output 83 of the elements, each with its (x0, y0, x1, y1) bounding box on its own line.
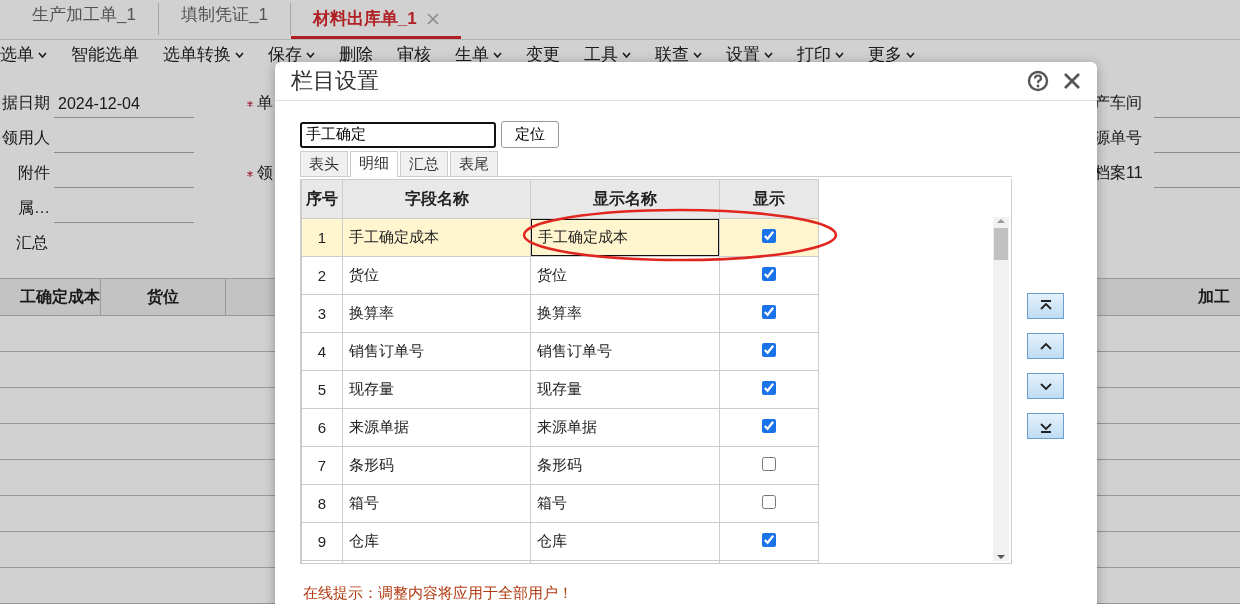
dialog-title: 栏目设置 (291, 67, 380, 95)
toolbar-menu[interactable]: 保存 (256, 43, 327, 66)
close-icon[interactable] (1063, 72, 1081, 90)
field-label: 单 (256, 93, 273, 113)
column-header: 显示名称 (530, 179, 720, 219)
field-label: 领 (256, 163, 273, 183)
field-label: 附件 (17, 163, 50, 183)
move-down-button[interactable] (1027, 373, 1064, 399)
toolbar-menu[interactable]: 联查 (643, 43, 714, 66)
document-tab[interactable]: 生产加工单_1 (10, 3, 159, 35)
table-cell: 3 (301, 294, 343, 333)
hint-text: 在线提示：调整内容将应用于全部用户！ (303, 584, 574, 603)
column-header: 显示 (719, 179, 819, 219)
table-cell: 箱号 (530, 484, 720, 523)
table-cell: 4 (301, 332, 343, 371)
scroll-thumb[interactable] (994, 228, 1008, 260)
checkbox[interactable] (761, 343, 776, 357)
table-cell: 箱号 (342, 484, 531, 523)
document-tab[interactable]: 填制凭证_1 (158, 3, 291, 35)
table-cell: 手工确定成本 (342, 218, 531, 257)
checkbox[interactable] (761, 229, 776, 243)
tab[interactable]: 汇总 (400, 151, 448, 176)
tab[interactable]: 明细 (350, 151, 398, 177)
document-tab[interactable]: 材料出库单_1 (290, 7, 461, 39)
tab[interactable]: 表尾 (450, 151, 498, 176)
move-bottom-button[interactable] (1027, 413, 1064, 439)
toolbar-menu[interactable]: 选单 (0, 43, 59, 66)
move-up-button[interactable] (1027, 333, 1064, 359)
table-cell: 来源单据 (530, 408, 720, 447)
table-cell: 7 (301, 446, 343, 485)
scrollbar[interactable] (993, 217, 1009, 561)
table-cell: 2 (301, 256, 343, 295)
table-cell: 1 (301, 218, 343, 257)
table-cell: 销售订单号 (530, 332, 720, 371)
toolbar-menu[interactable]: 审核 (385, 43, 443, 66)
move-top-button[interactable] (1027, 293, 1064, 319)
table-cell: 6 (301, 408, 343, 447)
checkbox[interactable] (761, 419, 776, 433)
checkbox[interactable] (761, 533, 776, 547)
table-cell: 仓库 (342, 522, 531, 561)
table-cell: 条形码 (530, 446, 720, 485)
toolbar-menu[interactable]: 设置 (714, 43, 785, 66)
field-label: 领用人 (1, 128, 50, 148)
table-cell: 换算率 (530, 294, 720, 333)
locate-button[interactable]: 定位 (501, 121, 559, 148)
scroll-up-icon[interactable] (996, 217, 1006, 225)
table-cell: 货位 (342, 256, 531, 295)
field-label: 汇总 (15, 233, 48, 253)
table-cell: 换算率 (342, 294, 531, 333)
column-header: 货位 (101, 279, 226, 316)
checkbox[interactable] (761, 381, 776, 395)
table-cell: 现存量 (342, 370, 531, 409)
checkbox[interactable] (761, 267, 776, 281)
table-cell: 来源单据 (342, 408, 531, 447)
table-cell: 5 (301, 370, 343, 409)
column-header: 字段名称 (342, 179, 531, 219)
toolbar-menu[interactable]: 变更 (514, 43, 572, 66)
toolbar-menu[interactable]: 删除 (327, 43, 385, 66)
table-cell: 9 (301, 522, 343, 561)
scroll-down-icon[interactable] (996, 553, 1006, 561)
tab[interactable]: 表头 (300, 151, 348, 176)
checkbox[interactable] (761, 495, 776, 509)
table-cell: 8 (301, 484, 343, 523)
help-icon[interactable] (1027, 70, 1049, 92)
checkbox[interactable] (761, 457, 776, 471)
toolbar-menu[interactable]: 选单转换 (151, 43, 256, 66)
input-field[interactable]: 2024-12-04 (54, 89, 194, 118)
toolbar-menu[interactable]: 工具 (572, 43, 643, 66)
table-cell: 条形码 (342, 446, 531, 485)
search-field[interactable]: 手工确定 (300, 121, 496, 148)
column-header: 工确定成本 (0, 279, 101, 316)
table-cell: 销售订单号 (342, 332, 531, 371)
toolbar-menu[interactable]: 打印 (785, 43, 856, 66)
field-label: 据日期 (1, 93, 50, 113)
table-cell: 现存量 (530, 370, 720, 409)
column-header: 序号 (301, 179, 343, 219)
toolbar-menu[interactable]: 更多 (856, 43, 927, 66)
toolbar-menu[interactable]: 智能选单 (59, 43, 151, 66)
table-cell: 仓库 (530, 522, 720, 561)
input-field[interactable]: 手工确定成本 (531, 219, 719, 256)
checkbox[interactable] (761, 305, 776, 319)
field-label: 属… (17, 198, 50, 218)
toolbar-menu[interactable]: 生单 (443, 43, 514, 66)
